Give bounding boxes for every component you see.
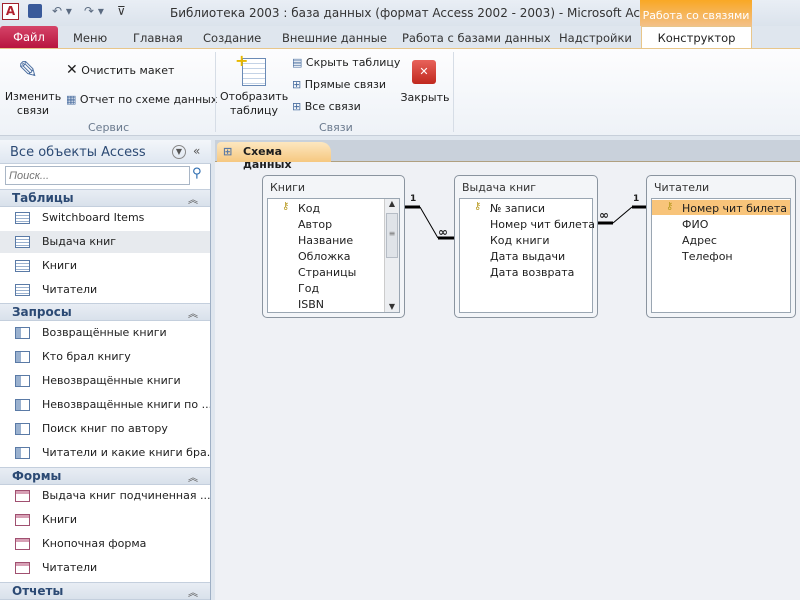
table-box-issues[interactable]: Выдача книг ⚷ № записи Номер чит билета … (454, 175, 598, 318)
field[interactable]: Адрес (682, 234, 717, 247)
primary-key-icon: ⚷ (282, 201, 290, 212)
field[interactable]: ISBN (298, 298, 324, 311)
scroll-thumb: ≡ (386, 213, 398, 258)
table-title: Читатели (654, 181, 710, 194)
field[interactable]: Год (298, 282, 319, 295)
table-title: Книги (270, 181, 306, 194)
relation-many-label: ∞ (599, 208, 609, 222)
scroll-down-icon: ▼ (388, 302, 396, 311)
field[interactable]: Код (298, 202, 320, 215)
table-box-books[interactable]: Книги ⚷ Код Автор Название Обложка Стран… (262, 175, 405, 318)
relation-one-label: 1 (633, 194, 640, 204)
relation-many-label: ∞ (438, 225, 448, 239)
primary-key-icon: ⚷ (474, 201, 482, 212)
primary-key-icon: ⚷ (666, 201, 674, 212)
field[interactable]: Телефон (682, 250, 733, 263)
relation-line (612, 206, 633, 224)
field[interactable]: Страницы (298, 266, 356, 279)
field[interactable]: Название (298, 234, 353, 247)
field[interactable]: ФИО (682, 218, 708, 231)
relation-line (419, 206, 439, 239)
table-title: Выдача книг (462, 181, 537, 194)
relation-one-label: 1 (410, 194, 417, 204)
scroll-up-icon: ▲ (388, 199, 396, 208)
field[interactable]: Дата возврата (490, 266, 574, 279)
field[interactable]: Обложка (298, 250, 351, 263)
table-box-readers[interactable]: Читатели ⚷ Номер чит билета ФИО Адрес Те… (646, 175, 796, 318)
field[interactable]: Дата выдачи (490, 250, 565, 263)
field-selected[interactable]: Номер чит билета (682, 202, 787, 215)
field[interactable]: Номер чит билета (490, 218, 595, 231)
field[interactable]: Автор (298, 218, 332, 231)
field[interactable]: № записи (490, 202, 545, 215)
field[interactable]: Код книги (490, 234, 550, 247)
vertical-scrollbar[interactable]: ▲ ≡ ▼ (384, 199, 399, 312)
